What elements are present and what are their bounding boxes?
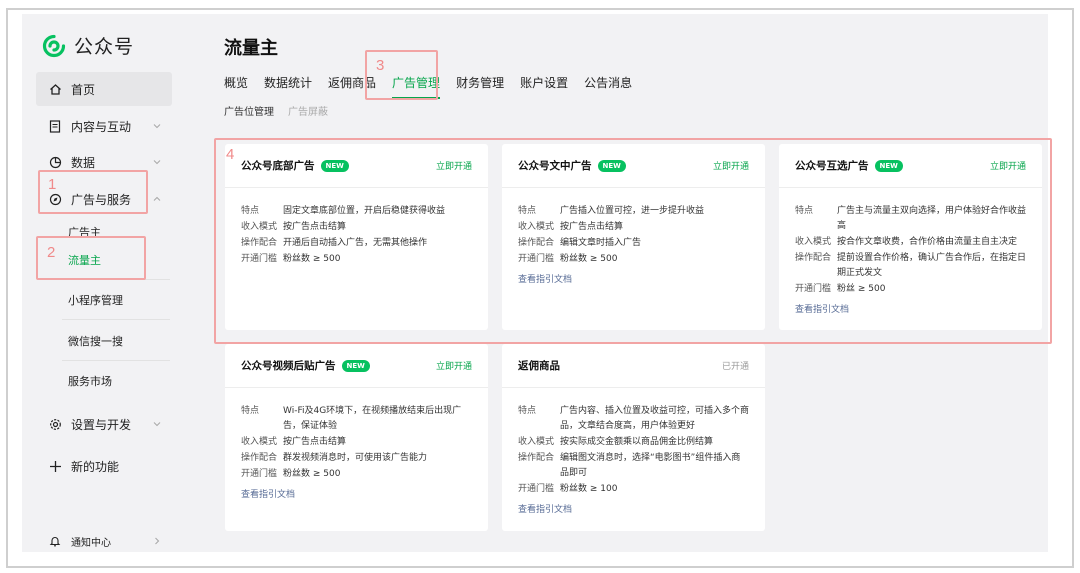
card-title: 返佣商品 bbox=[518, 360, 560, 372]
sidebar-sub-search[interactable]: 微信搜一搜 bbox=[68, 333, 123, 349]
row-key: 收入模式 bbox=[518, 437, 555, 447]
home-icon bbox=[48, 82, 62, 96]
tab-overview[interactable]: 概览 bbox=[224, 74, 248, 91]
row-key: 开通门槛 bbox=[518, 484, 555, 494]
sidebar-item-label: 设置与开发 bbox=[71, 417, 132, 432]
row-key: 特点 bbox=[518, 406, 537, 416]
sidebar-item-label: 通知中心 bbox=[71, 537, 111, 549]
row-key: 操作配合 bbox=[241, 453, 278, 463]
logo-text: 公众号 bbox=[74, 36, 135, 58]
row-value: 按实际成交金额乘以商品佣金比例结算 bbox=[560, 437, 714, 447]
row-value: 粉丝数 ≥ 500 bbox=[283, 469, 341, 479]
guide-doc-link[interactable]: 查看指引文档 bbox=[241, 487, 472, 500]
guide-doc-link[interactable]: 查看指引文档 bbox=[518, 502, 749, 515]
sidebar: 公众号 首页 内容与互动 数据 广告与服务 广告主 流量主 小程序管理 微信搜一… bbox=[22, 14, 184, 552]
row-value: 广告内容、插入位置及收益可控，可插入多个商品，文章结合度高，用户体验更好 bbox=[560, 406, 750, 431]
divider bbox=[62, 360, 170, 361]
ad-card-rebate-products: 返佣商品 已开通 特点 广告内容、插入位置及收益可控，可插入多个商品，文章结合度高… bbox=[502, 344, 765, 531]
subtab-slot-management[interactable]: 广告位管理 bbox=[224, 103, 274, 118]
annotation-box-4 bbox=[214, 138, 1052, 344]
sidebar-item-new-features[interactable]: 新的功能 bbox=[36, 449, 172, 483]
card-header: 公众号视频后贴广告 NEW 立即开通 bbox=[225, 344, 488, 388]
card-body: 特点 广告内容、插入位置及收益可控，可插入多个商品，文章结合度高，用户体验更好 收… bbox=[502, 388, 765, 515]
row-value: 粉丝数 ≥ 100 bbox=[560, 484, 618, 494]
chevron-down-icon bbox=[153, 160, 161, 165]
subtab-ad-blocking[interactable]: 广告屏蔽 bbox=[288, 103, 328, 118]
card-title: 公众号视频后贴广告 bbox=[241, 360, 336, 372]
annotation-number-2: 2 bbox=[47, 244, 56, 261]
chevron-down-icon bbox=[153, 124, 161, 129]
sidebar-sub-miniprogram[interactable]: 小程序管理 bbox=[68, 292, 123, 308]
tab-announcements[interactable]: 公告消息 bbox=[584, 74, 632, 91]
page-title: 流量主 bbox=[224, 38, 278, 59]
sidebar-item-home[interactable]: 首页 bbox=[36, 72, 172, 106]
tab-statistics[interactable]: 数据统计 bbox=[264, 74, 312, 91]
row-value: 群发视频消息时，可使用该广告能力 bbox=[283, 453, 428, 463]
sidebar-item-label: 内容与互动 bbox=[71, 119, 132, 134]
annotation-number-1: 1 bbox=[48, 176, 57, 193]
tab-finance[interactable]: 财务管理 bbox=[456, 74, 504, 91]
chevron-up-icon bbox=[153, 196, 161, 201]
sidebar-item-settings-dev[interactable]: 设置与开发 bbox=[36, 407, 172, 441]
card-body: 特点 Wi-Fi及4G环境下，在视频播放结束后出现广告，保证体验 收入模式 按广告点… bbox=[225, 388, 488, 500]
plus-icon bbox=[48, 459, 62, 473]
bell-icon bbox=[48, 534, 62, 548]
chevron-down-icon bbox=[153, 422, 161, 427]
row-key: 收入模式 bbox=[241, 437, 278, 447]
sidebar-item-notifications[interactable]: 通知中心 bbox=[36, 524, 172, 552]
card-header: 返佣商品 已开通 bbox=[502, 344, 765, 388]
annotation-number-3: 3 bbox=[376, 57, 385, 74]
row-value: 编辑图文消息时，选择“电影图书”组件插入商品即可 bbox=[560, 453, 741, 478]
new-badge: NEW bbox=[341, 359, 370, 372]
row-key: 开通门槛 bbox=[241, 469, 278, 479]
sidebar-item-label: 新的功能 bbox=[71, 459, 120, 474]
sidebar-item-label: 首页 bbox=[71, 82, 96, 97]
pie-chart-icon bbox=[48, 155, 62, 169]
status-activated: 已开通 bbox=[721, 362, 749, 372]
sidebar-item-label: 数据 bbox=[71, 155, 96, 170]
divider bbox=[62, 319, 170, 320]
wechat-logo-icon bbox=[42, 34, 66, 57]
row-value: 按广告点击结算 bbox=[283, 437, 347, 447]
row-value: Wi-Fi及4G环境下，在视频播放结束后出现广告，保证体验 bbox=[283, 406, 462, 431]
chevron-right-icon bbox=[155, 537, 160, 545]
logo[interactable]: 公众号 bbox=[42, 32, 134, 59]
document-icon bbox=[48, 119, 62, 133]
row-key: 特点 bbox=[241, 406, 260, 416]
row-key: 操作配合 bbox=[518, 453, 555, 463]
sidebar-item-content[interactable]: 内容与互动 bbox=[36, 109, 172, 143]
activate-link[interactable]: 立即开通 bbox=[436, 359, 472, 372]
sidebar-sub-service-market[interactable]: 服务市场 bbox=[68, 373, 112, 389]
gear-icon bbox=[48, 417, 62, 431]
annotation-number-4: 4 bbox=[226, 146, 235, 163]
subtab-bar: 广告位管理 广告屏蔽 bbox=[224, 103, 342, 118]
ad-card-video-post: 公众号视频后贴广告 NEW 立即开通 特点 Wi-Fi及4G环境下，在视频播放结束… bbox=[225, 344, 488, 531]
tab-account-settings[interactable]: 账户设置 bbox=[520, 74, 568, 91]
